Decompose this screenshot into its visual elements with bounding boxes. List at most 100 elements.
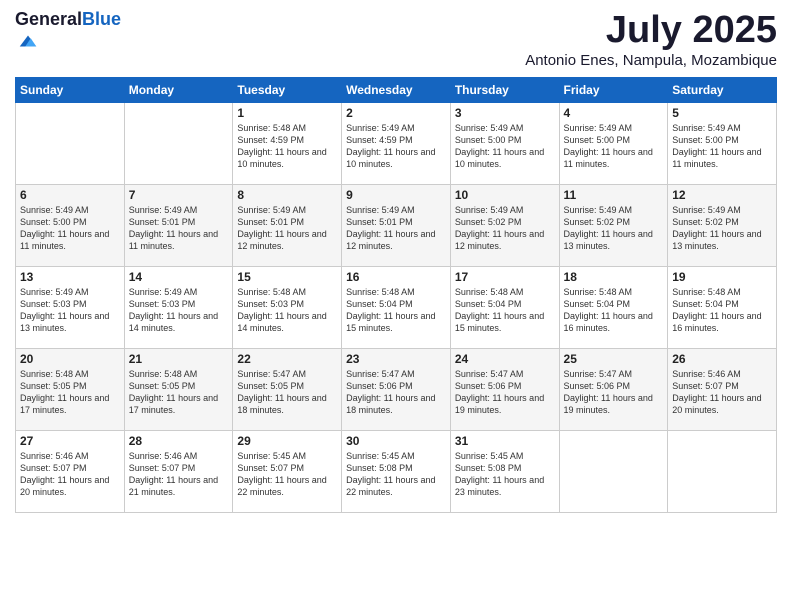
day-header-saturday: Saturday [668, 77, 777, 102]
logo-general: General [15, 9, 82, 29]
month-title: July 2025 [525, 10, 777, 52]
day-info: Sunrise: 5:47 AM Sunset: 5:06 PM Dayligh… [346, 368, 446, 417]
calendar-cell [668, 430, 777, 512]
day-header-tuesday: Tuesday [233, 77, 342, 102]
logo-icon [17, 30, 39, 52]
calendar: SundayMondayTuesdayWednesdayThursdayFrid… [15, 77, 777, 513]
day-info: Sunrise: 5:48 AM Sunset: 5:04 PM Dayligh… [564, 286, 664, 335]
day-number: 26 [672, 352, 772, 366]
day-number: 23 [346, 352, 446, 366]
day-info: Sunrise: 5:46 AM Sunset: 5:07 PM Dayligh… [672, 368, 772, 417]
calendar-cell: 22 Sunrise: 5:47 AM Sunset: 5:05 PM Dayli… [233, 348, 342, 430]
calendar-cell: 4 Sunrise: 5:49 AM Sunset: 5:00 PM Daylig… [559, 102, 668, 184]
calendar-cell: 29 Sunrise: 5:45 AM Sunset: 5:07 PM Dayli… [233, 430, 342, 512]
day-number: 21 [129, 352, 229, 366]
calendar-cell: 14 Sunrise: 5:49 AM Sunset: 5:03 PM Dayli… [124, 266, 233, 348]
day-number: 4 [564, 106, 664, 120]
calendar-cell: 15 Sunrise: 5:48 AM Sunset: 5:03 PM Dayli… [233, 266, 342, 348]
day-number: 16 [346, 270, 446, 284]
day-info: Sunrise: 5:49 AM Sunset: 5:03 PM Dayligh… [20, 286, 120, 335]
day-info: Sunrise: 5:49 AM Sunset: 5:03 PM Dayligh… [129, 286, 229, 335]
day-info: Sunrise: 5:48 AM Sunset: 5:04 PM Dayligh… [346, 286, 446, 335]
day-number: 25 [564, 352, 664, 366]
day-number: 14 [129, 270, 229, 284]
calendar-week-3: 13 Sunrise: 5:49 AM Sunset: 5:03 PM Dayli… [16, 266, 777, 348]
day-info: Sunrise: 5:49 AM Sunset: 5:02 PM Dayligh… [455, 204, 555, 253]
day-number: 20 [20, 352, 120, 366]
calendar-cell: 20 Sunrise: 5:48 AM Sunset: 5:05 PM Dayli… [16, 348, 125, 430]
logo: GeneralBlue [15, 10, 121, 57]
calendar-week-4: 20 Sunrise: 5:48 AM Sunset: 5:05 PM Dayli… [16, 348, 777, 430]
day-info: Sunrise: 5:49 AM Sunset: 5:00 PM Dayligh… [672, 122, 772, 171]
day-info: Sunrise: 5:48 AM Sunset: 5:04 PM Dayligh… [672, 286, 772, 335]
calendar-week-1: 1Sunrise: 5:48 AM Sunset: 4:59 PM Daylig… [16, 102, 777, 184]
day-number: 3 [455, 106, 555, 120]
day-info: Sunrise: 5:48 AM Sunset: 5:04 PM Dayligh… [455, 286, 555, 335]
day-info: Sunrise: 5:47 AM Sunset: 5:06 PM Dayligh… [455, 368, 555, 417]
calendar-cell: 1Sunrise: 5:48 AM Sunset: 4:59 PM Daylig… [233, 102, 342, 184]
day-info: Sunrise: 5:49 AM Sunset: 5:01 PM Dayligh… [237, 204, 337, 253]
calendar-cell: 8 Sunrise: 5:49 AM Sunset: 5:01 PM Daylig… [233, 184, 342, 266]
calendar-cell: 21 Sunrise: 5:48 AM Sunset: 5:05 PM Dayli… [124, 348, 233, 430]
day-header-monday: Monday [124, 77, 233, 102]
title-block: July 2025 Antonio Enes, Nampula, Mozambi… [525, 10, 777, 69]
calendar-cell: 19 Sunrise: 5:48 AM Sunset: 5:04 PM Dayli… [668, 266, 777, 348]
day-info: Sunrise: 5:45 AM Sunset: 5:07 PM Dayligh… [237, 450, 337, 499]
day-info: Sunrise: 5:49 AM Sunset: 5:02 PM Dayligh… [564, 204, 664, 253]
calendar-cell: 24 Sunrise: 5:47 AM Sunset: 5:06 PM Dayli… [450, 348, 559, 430]
day-info: Sunrise: 5:49 AM Sunset: 5:00 PM Dayligh… [564, 122, 664, 171]
calendar-cell: 25 Sunrise: 5:47 AM Sunset: 5:06 PM Dayli… [559, 348, 668, 430]
day-number: 10 [455, 188, 555, 202]
day-info: Sunrise: 5:47 AM Sunset: 5:05 PM Dayligh… [237, 368, 337, 417]
calendar-cell: 10 Sunrise: 5:49 AM Sunset: 5:02 PM Dayli… [450, 184, 559, 266]
day-info: Sunrise: 5:48 AM Sunset: 4:59 PM Dayligh… [237, 122, 337, 171]
calendar-cell: 27 Sunrise: 5:46 AM Sunset: 5:07 PM Dayli… [16, 430, 125, 512]
calendar-cell: 17 Sunrise: 5:48 AM Sunset: 5:04 PM Dayli… [450, 266, 559, 348]
calendar-cell: 31 Sunrise: 5:45 AM Sunset: 5:08 PM Dayli… [450, 430, 559, 512]
day-info: Sunrise: 5:46 AM Sunset: 5:07 PM Dayligh… [129, 450, 229, 499]
day-number: 9 [346, 188, 446, 202]
day-info: Sunrise: 5:49 AM Sunset: 5:00 PM Dayligh… [20, 204, 120, 253]
calendar-cell: 7Sunrise: 5:49 AM Sunset: 5:01 PM Daylig… [124, 184, 233, 266]
calendar-cell [124, 102, 233, 184]
day-info: Sunrise: 5:49 AM Sunset: 4:59 PM Dayligh… [346, 122, 446, 171]
day-number: 2 [346, 106, 446, 120]
day-number: 31 [455, 434, 555, 448]
calendar-cell: 30Sunrise: 5:45 AM Sunset: 5:08 PM Dayli… [342, 430, 451, 512]
calendar-cell: 3Sunrise: 5:49 AM Sunset: 5:00 PM Daylig… [450, 102, 559, 184]
day-number: 5 [672, 106, 772, 120]
day-number: 13 [20, 270, 120, 284]
calendar-cell [559, 430, 668, 512]
day-header-sunday: Sunday [16, 77, 125, 102]
day-number: 6 [20, 188, 120, 202]
calendar-cell: 16 Sunrise: 5:48 AM Sunset: 5:04 PM Dayli… [342, 266, 451, 348]
day-number: 22 [237, 352, 337, 366]
day-number: 17 [455, 270, 555, 284]
day-number: 15 [237, 270, 337, 284]
calendar-week-2: 6 Sunrise: 5:49 AM Sunset: 5:00 PM Daylig… [16, 184, 777, 266]
day-number: 19 [672, 270, 772, 284]
day-number: 28 [129, 434, 229, 448]
day-info: Sunrise: 5:48 AM Sunset: 5:03 PM Dayligh… [237, 286, 337, 335]
location: Antonio Enes, Nampula, Mozambique [525, 52, 777, 69]
day-info: Sunrise: 5:48 AM Sunset: 5:05 PM Dayligh… [129, 368, 229, 417]
day-info: Sunrise: 5:46 AM Sunset: 5:07 PM Dayligh… [20, 450, 120, 499]
day-info: Sunrise: 5:47 AM Sunset: 5:06 PM Dayligh… [564, 368, 664, 417]
day-number: 8 [237, 188, 337, 202]
day-number: 27 [20, 434, 120, 448]
calendar-cell: 11 Sunrise: 5:49 AM Sunset: 5:02 PM Dayli… [559, 184, 668, 266]
day-info: Sunrise: 5:49 AM Sunset: 5:01 PM Dayligh… [129, 204, 229, 253]
day-info: Sunrise: 5:45 AM Sunset: 5:08 PM Dayligh… [455, 450, 555, 499]
calendar-week-5: 27 Sunrise: 5:46 AM Sunset: 5:07 PM Dayli… [16, 430, 777, 512]
calendar-header: SundayMondayTuesdayWednesdayThursdayFrid… [16, 77, 777, 102]
day-number: 30 [346, 434, 446, 448]
day-header-friday: Friday [559, 77, 668, 102]
day-number: 24 [455, 352, 555, 366]
day-number: 29 [237, 434, 337, 448]
day-number: 11 [564, 188, 664, 202]
calendar-body: 1Sunrise: 5:48 AM Sunset: 4:59 PM Daylig… [16, 102, 777, 512]
calendar-cell: 12Sunrise: 5:49 AM Sunset: 5:02 PM Dayli… [668, 184, 777, 266]
day-header-thursday: Thursday [450, 77, 559, 102]
calendar-cell: 6 Sunrise: 5:49 AM Sunset: 5:00 PM Daylig… [16, 184, 125, 266]
day-info: Sunrise: 5:48 AM Sunset: 5:05 PM Dayligh… [20, 368, 120, 417]
